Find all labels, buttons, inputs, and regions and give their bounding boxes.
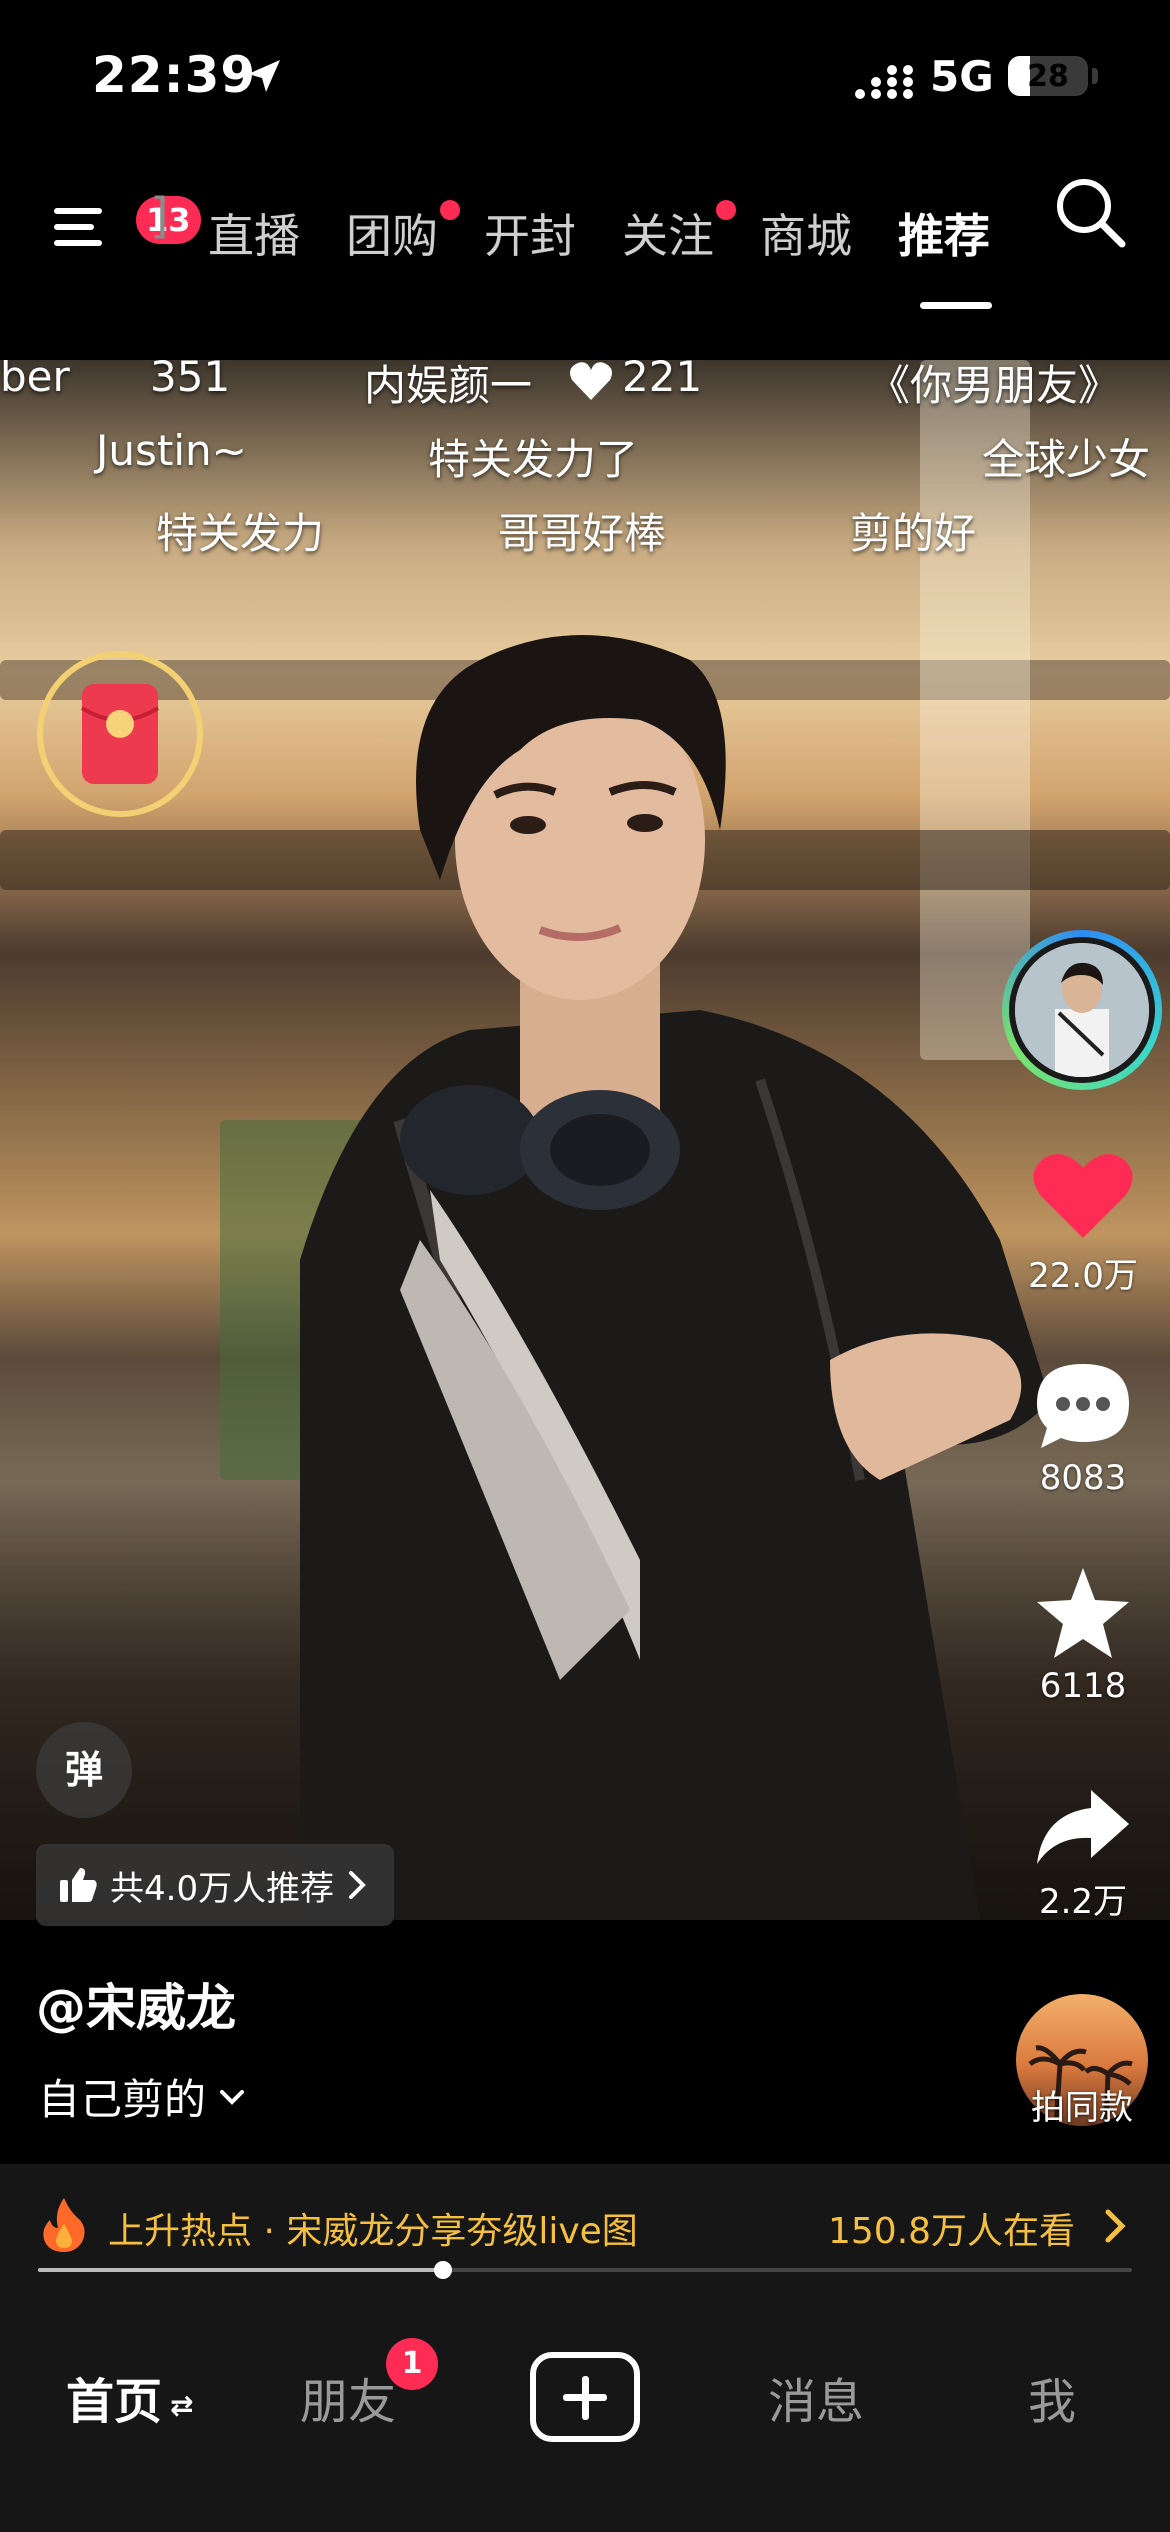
status-bar: 22:39 5G 28: [0, 0, 1170, 140]
danmaku-comment: 351: [150, 360, 231, 401]
battery-tip: [1092, 68, 1098, 84]
danmaku-comment: Justin~: [96, 426, 247, 475]
danmaku-comment: 221: [622, 360, 703, 401]
author-name[interactable]: @宋威龙: [36, 1968, 236, 2040]
trending-viewers: 150.8万人在看: [828, 2211, 1076, 2252]
tab-group-buy[interactable]: 团购: [346, 200, 438, 266]
star-icon: [1037, 1568, 1129, 1658]
tab-following[interactable]: 关注: [622, 200, 714, 266]
tab-messages[interactable]: 消息: [768, 2362, 864, 2432]
heart-icon: [1033, 1154, 1133, 1238]
active-tab-indicator: [920, 302, 992, 309]
tab-friends[interactable]: 朋友: [300, 2362, 396, 2432]
person-figure: [300, 635, 1050, 1920]
fire-icon: [43, 2198, 85, 2252]
tab-home-label: 首页: [66, 2374, 163, 2430]
same-style-label: 拍同款: [1031, 2088, 1133, 2128]
bottom-tab-bar: 首页 ⇄ 朋友 1 消息 我: [0, 2280, 1170, 2532]
like-count: 22.0万: [1028, 1256, 1138, 1296]
search-icon[interactable]: [1052, 174, 1128, 250]
refresh-arrows-icon: ⇄: [170, 2388, 194, 2422]
share-arrow-icon: [1037, 1790, 1129, 1864]
creator-avatar[interactable]: [1002, 930, 1162, 1090]
comment-count: 8083: [1039, 1458, 1127, 1498]
trending-bar[interactable]: 上升热点 · 宋威龙分享夯级live图 150.8万人在看: [0, 2164, 1170, 2280]
battery-icon: 28: [1008, 56, 1088, 96]
tab-group-buy-dot: [440, 200, 460, 220]
danmaku-toggle-button[interactable]: 弹: [36, 1722, 132, 1818]
progress-thumb[interactable]: [433, 2261, 452, 2279]
recommend-text: 共4.0万人推荐: [110, 1868, 335, 1909]
danmaku-comment: 剪的好: [850, 509, 977, 558]
tab-messages-label: 消息: [768, 2374, 865, 2430]
nav-tabs: ] 直播 团购 开封 关注 商城 推荐: [150, 180, 1010, 309]
nav-tab-truncated[interactable]: ]: [150, 188, 169, 244]
caption-text: 自己剪的: [38, 2075, 207, 2124]
danmaku-comment: 哥哥好棒: [498, 509, 667, 558]
progress-fill: [38, 2268, 443, 2272]
video-progress-bar[interactable]: [38, 2261, 1132, 2279]
menu-button[interactable]: 13: [50, 180, 201, 270]
status-time: 22:39: [92, 46, 257, 104]
danmaku-comment: 全球少女: [982, 435, 1151, 484]
create-plus-button[interactable]: [530, 2352, 640, 2442]
danmaku-comment: ber: [0, 360, 70, 401]
like-button[interactable]: 22.0万: [1010, 1150, 1156, 1297]
comment-icon: [1037, 1364, 1129, 1448]
chevron-down-icon: [220, 2089, 245, 2105]
network-type: 5G: [930, 52, 994, 101]
thumbs-up-icon: [60, 1868, 97, 1902]
tab-recommend[interactable]: 推荐: [898, 200, 990, 266]
video-caption[interactable]: 自己剪的: [38, 2066, 246, 2127]
favorite-count: 6118: [1039, 1666, 1127, 1706]
share-button[interactable]: 2.2万: [1010, 1786, 1156, 1923]
friends-badge: 1: [386, 2338, 438, 2390]
tab-kaifeng[interactable]: 开封: [484, 200, 576, 266]
tab-friends-label: 朋友: [300, 2374, 397, 2430]
share-count: 2.2万: [1038, 1882, 1128, 1922]
heart-icon: [570, 362, 612, 400]
danmaku-comment: 特关发力: [156, 509, 325, 558]
top-nav: 13 ] 直播 团购 开封 关注 商城 推荐: [0, 140, 1170, 360]
red-envelope-icon[interactable]: [34, 648, 206, 820]
chevron-right-icon: [1105, 2209, 1126, 2243]
location-arrow-icon: [248, 60, 280, 92]
signal-icon: [855, 65, 913, 99]
video-player[interactable]: ber 351 内娱颜一 221 《你男朋友》 Justin~ 特关发力了 全球…: [0, 360, 1170, 1920]
danmaku-comment: 内娱颜一: [364, 361, 533, 410]
tab-live[interactable]: 直播: [208, 200, 300, 266]
battery-level: 28: [1027, 59, 1069, 94]
chevron-right-icon: [349, 1871, 366, 1899]
tab-me[interactable]: 我: [1028, 2362, 1076, 2432]
comment-button[interactable]: 8083: [1010, 1360, 1156, 1498]
danmaku-comment: 特关发力了: [428, 435, 639, 484]
recommend-pill[interactable]: 共4.0万人推荐: [36, 1844, 395, 1926]
danmaku-comment: 《你男朋友》: [868, 361, 1121, 410]
favorite-button[interactable]: 6118: [1010, 1566, 1156, 1706]
tab-home[interactable]: 首页 ⇄: [66, 2362, 193, 2432]
trending-title: 上升热点 · 宋威龙分享夯级live图: [108, 2211, 638, 2252]
avatar-photo: [1015, 943, 1149, 1077]
tab-mall[interactable]: 商城: [760, 200, 852, 266]
tab-following-dot: [716, 200, 736, 220]
tab-me-label: 我: [1028, 2374, 1077, 2430]
